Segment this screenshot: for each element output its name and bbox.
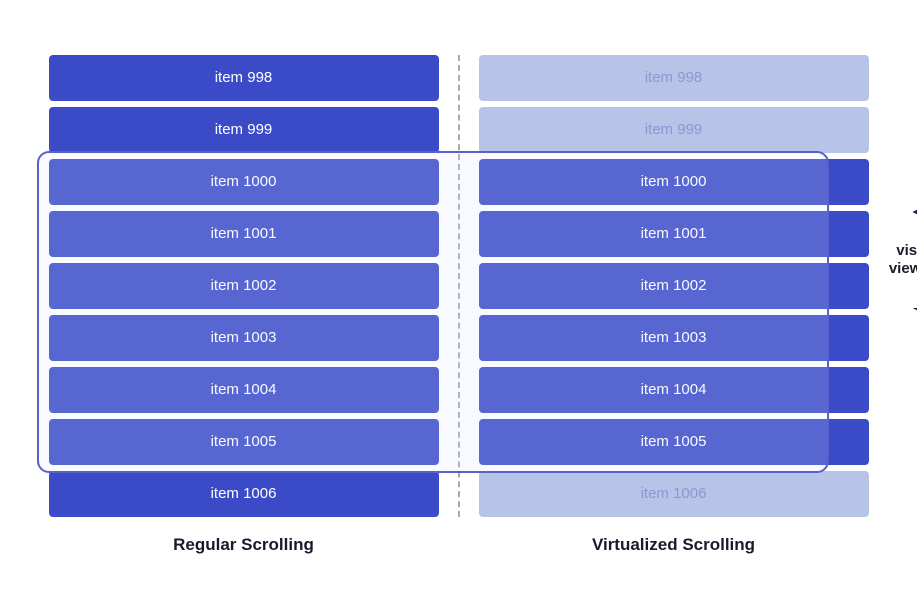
left-item-1005: item 1005 (49, 419, 439, 465)
left-label: Regular Scrolling (29, 535, 459, 555)
left-column: item 998 item 999 item 1000 item 1001 it… (29, 55, 459, 517)
right-column: item 998 item 999 item 1000 item 1001 it… (459, 55, 889, 517)
right-item-1001: item 1001 (479, 211, 869, 257)
left-item-998: item 998 (49, 55, 439, 101)
right-item-999: item 999 (479, 107, 869, 153)
viewport-label: visibleviewport (889, 208, 917, 312)
columns-wrapper: item 998 item 999 item 1000 item 1001 it… (29, 55, 889, 517)
arrow-up-icon (906, 208, 917, 238)
left-item-999: item 999 (49, 107, 439, 153)
labels-row: Regular Scrolling Virtualized Scrolling (29, 535, 889, 555)
right-item-1002: item 1002 (479, 263, 869, 309)
left-item-1002: item 1002 (49, 263, 439, 309)
left-item-1001: item 1001 (49, 211, 439, 257)
left-item-1004: item 1004 (49, 367, 439, 413)
left-item-1006: item 1006 (49, 471, 439, 517)
right-item-1005: item 1005 (479, 419, 869, 465)
diagram: item 998 item 999 item 1000 item 1001 it… (29, 55, 889, 555)
left-item-1003: item 1003 (49, 315, 439, 361)
right-item-1004: item 1004 (479, 367, 869, 413)
right-label: Virtualized Scrolling (459, 535, 889, 555)
right-item-1006: item 1006 (479, 471, 869, 517)
right-item-1000: item 1000 (479, 159, 869, 205)
column-divider (458, 55, 460, 517)
left-item-1000: item 1000 (49, 159, 439, 205)
viewport-label-text: visibleviewport (889, 242, 917, 278)
arrow-down-icon (906, 282, 917, 312)
right-item-1003: item 1003 (479, 315, 869, 361)
right-item-998: item 998 (479, 55, 869, 101)
